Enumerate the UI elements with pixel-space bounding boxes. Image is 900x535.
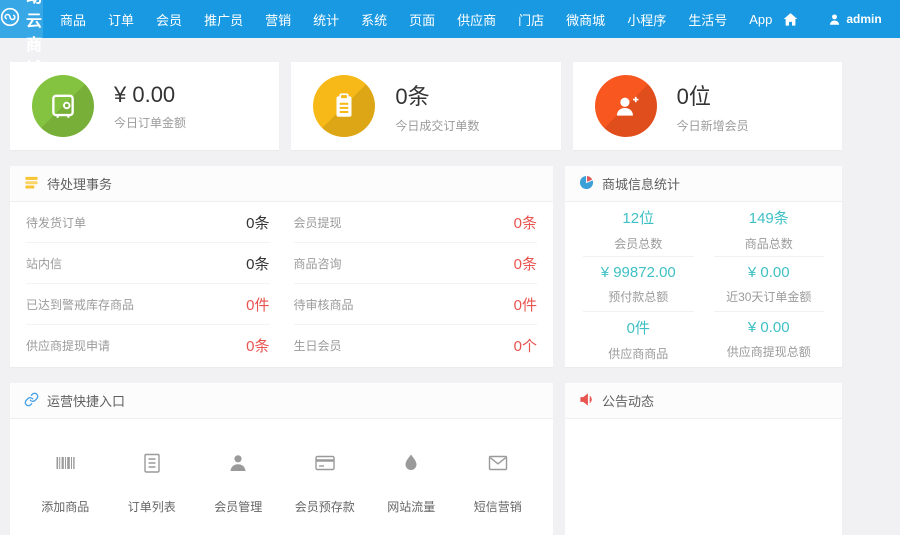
stat-total-goods[interactable]: 149条 商品总数 [714,202,825,257]
pending-tasks-list: 待发货订单 0条 会员提现 0条 站内信 0条 商品咨询 0条 已达到警戒库存商… [10,202,553,366]
order-list-icon [140,451,164,478]
water-drop-icon [399,451,423,478]
quick-member-deposit[interactable]: 会员预存款 [282,451,369,515]
add-member-icon [595,75,657,137]
main-nav: 商品 订单 会员 推广员 营销 统计 系统 页面 供应商 门店 微商城 小程序 … [49,0,783,38]
card-value: 0条 [395,79,479,111]
pending-item-site-messages[interactable]: 站内信 0条 [26,243,270,284]
quick-label: 会员预存款 [295,498,355,515]
stat-30day-order-amount[interactable]: ¥ 0.00 近30天订单金额 [714,257,825,312]
nav-item-stores[interactable]: 门店 [507,10,555,29]
card-today-new-members[interactable]: 0位 今日新增会员 [573,62,842,150]
nav-item-statistics[interactable]: 统计 [302,10,350,29]
notes-icon [24,175,39,193]
pending-item-ship-orders[interactable]: 待发货订单 0条 [26,202,270,243]
panel-title: 商城信息统计 [602,174,680,193]
quick-label: 网站流量 [387,498,435,515]
logo-icon [0,7,20,32]
user-icon [828,13,841,26]
announcements-list [565,419,842,535]
member-icon [226,451,250,478]
nav-item-pages[interactable]: 页面 [398,10,446,29]
card-value: 0位 [677,79,749,111]
pending-item-member-withdraw[interactable]: 会员提现 0条 [294,202,538,243]
stat-supplier-goods[interactable]: 0件 供应商商品 [583,312,694,367]
quick-label: 会员管理 [214,498,262,515]
quick-label: 订单列表 [128,498,176,515]
quick-entry-grid: 添加商品 订单列表 会员管理 [10,419,553,535]
nav-item-lifeaccount[interactable]: 生活号 [677,10,738,29]
pending-item-low-stock[interactable]: 已达到警戒库存商品 0件 [26,284,270,325]
bank-card-icon [313,451,337,478]
quick-member-management[interactable]: 会员管理 [195,451,282,515]
nav-item-miniprogram[interactable]: 小程序 [616,10,677,29]
mail-icon [486,451,510,478]
stat-supplier-withdraw-total[interactable]: ¥ 0.00 供应商提现总额 [714,312,825,367]
nav-item-suppliers[interactable]: 供应商 [446,10,507,29]
topbar: 移动云商城 商品 订单 会员 推广员 营销 统计 系统 页面 供应商 门店 微商… [0,0,900,38]
card-label: 今日订单金额 [114,114,186,131]
quick-site-traffic[interactable]: 网站流量 [368,451,455,515]
quick-label: 短信营销 [474,498,522,515]
mall-stats-grid: 12位 会员总数 149条 商品总数 ¥ 99872.00 预付款总额 ¥ 0.… [565,202,842,367]
nav-item-orders[interactable]: 订单 [97,10,145,29]
quick-label: 添加商品 [41,498,89,515]
quick-entry-panel: 运营快捷入口 添加商品 订单列表 [10,383,553,535]
pie-chart-icon [579,175,594,193]
quick-order-list[interactable]: 订单列表 [109,451,196,515]
card-today-order-count[interactable]: 0条 今日成交订单数 [291,62,560,150]
nav-item-goods[interactable]: 商品 [49,10,97,29]
barcode-icon [53,451,77,478]
safe-icon [32,75,94,137]
nav-item-marketing[interactable]: 营销 [254,10,302,29]
nav-item-members[interactable]: 会员 [145,10,193,29]
mall-stats-panel: 商城信息统计 12位 会员总数 149条 商品总数 ¥ 99872.00 预付款… [565,166,842,367]
pending-item-review-goods[interactable]: 待审核商品 0件 [294,284,538,325]
summary-cards: ¥ 0.00 今日订单金额 0条 今日成交订单数 0位 今日新增会员 [10,62,842,150]
card-value: ¥ 0.00 [114,82,186,108]
stat-prepaid-total[interactable]: ¥ 99872.00 预付款总额 [583,257,694,312]
panel-title: 公告动态 [602,391,654,410]
dashboard: ¥ 0.00 今日订单金额 0条 今日成交订单数 0位 今日新增会员 [10,62,842,535]
megaphone-icon [579,392,594,410]
announcements-panel: 公告动态 [565,383,842,535]
nav-item-app[interactable]: App [738,12,783,27]
stat-total-members[interactable]: 12位 会员总数 [583,202,694,257]
nav-item-system[interactable]: 系统 [350,10,398,29]
card-label: 今日新增会员 [677,117,749,134]
pending-item-birthday-members[interactable]: 生日会员 0个 [294,325,538,366]
pending-item-supplier-withdraw[interactable]: 供应商提现申请 0条 [26,325,270,366]
pending-item-product-inquiries[interactable]: 商品咨询 0条 [294,243,538,284]
card-today-order-amount[interactable]: ¥ 0.00 今日订单金额 [10,62,279,150]
link-icon [24,392,39,410]
user-menu[interactable]: admin [828,12,881,26]
quick-sms-marketing[interactable]: 短信营销 [455,451,542,515]
panel-title: 待处理事务 [47,174,112,193]
nav-item-promoters[interactable]: 推广员 [193,10,254,29]
quick-add-goods[interactable]: 添加商品 [22,451,109,515]
username: admin [846,12,881,26]
nav-item-micromall[interactable]: 微商城 [555,10,616,29]
app-logo[interactable]: 移动云商城 [0,0,43,38]
pending-tasks-panel: 待处理事务 待发货订单 0条 会员提现 0条 站内信 0条 商品咨询 0条 [10,166,553,367]
home-icon[interactable] [783,12,798,27]
card-label: 今日成交订单数 [395,117,479,134]
clipboard-icon [313,75,375,137]
panel-title: 运营快捷入口 [47,391,125,410]
